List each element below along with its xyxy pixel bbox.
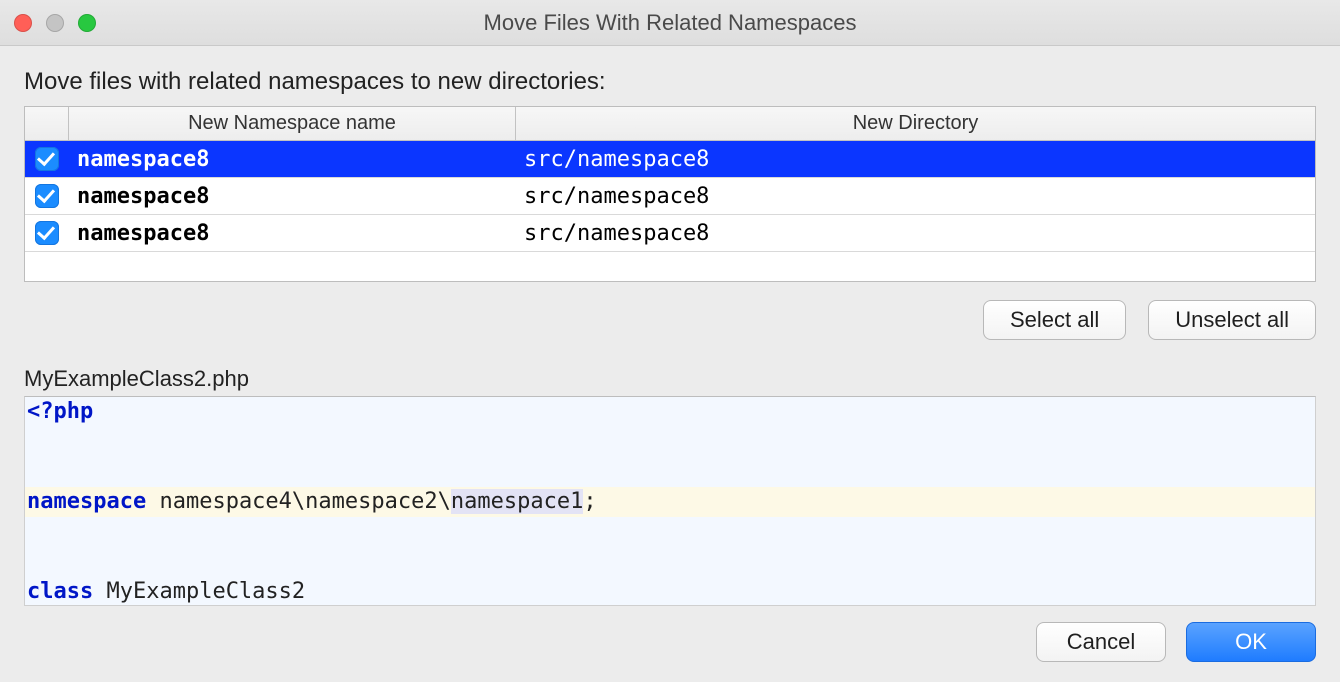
namespace-table: New Namespace name New Directory namespa… bbox=[24, 106, 1316, 282]
code-line-blank-4 bbox=[25, 547, 1315, 577]
close-icon[interactable] bbox=[14, 14, 32, 32]
dialog-content: Move files with related namespaces to ne… bbox=[0, 46, 1340, 682]
table-row[interactable]: namespace8src/namespace8 bbox=[25, 141, 1315, 178]
cancel-button[interactable]: Cancel bbox=[1036, 622, 1166, 662]
row-directory: src/namespace8 bbox=[516, 184, 1315, 209]
namespace-prefix: namespace4\namespace2\ bbox=[159, 489, 450, 514]
table-header: New Namespace name New Directory bbox=[25, 107, 1315, 141]
code-line-blank-1 bbox=[25, 427, 1315, 457]
namespace-suffix: ; bbox=[583, 489, 596, 514]
select-all-button[interactable]: Select all bbox=[983, 300, 1126, 340]
row-checkbox-cell bbox=[25, 184, 69, 208]
row-checkbox-cell bbox=[25, 221, 69, 245]
minimize-icon[interactable] bbox=[46, 14, 64, 32]
preview-filename: MyExampleClass2.php bbox=[24, 366, 1316, 392]
code-line-open-tag: <?php bbox=[25, 397, 1315, 427]
class-name: MyExampleClass2 bbox=[106, 579, 305, 604]
window-title: Move Files With Related Namespaces bbox=[12, 10, 1328, 36]
table-body: namespace8src/namespace8namespace8src/na… bbox=[25, 141, 1315, 281]
row-namespace: namespace8 bbox=[69, 147, 516, 172]
namespace-keyword: namespace bbox=[27, 489, 146, 514]
table-header-directory: New Directory bbox=[516, 107, 1315, 140]
row-namespace: namespace8 bbox=[69, 221, 516, 246]
code-preview: <?php namespace namespace4\namespace2\na… bbox=[24, 396, 1316, 606]
row-checkbox-cell bbox=[25, 147, 69, 171]
code-line-namespace: namespace namespace4\namespace2\namespac… bbox=[25, 487, 1315, 517]
table-header-checkbox bbox=[25, 107, 69, 140]
php-open-tag: <?php bbox=[27, 399, 93, 424]
class-keyword: class bbox=[27, 579, 93, 604]
code-line-blank-2 bbox=[25, 457, 1315, 487]
table-row[interactable]: namespace8src/namespace8 bbox=[25, 178, 1315, 215]
code-line-blank-3 bbox=[25, 517, 1315, 547]
dialog-footer: Cancel OK bbox=[24, 606, 1316, 662]
table-header-namespace: New Namespace name bbox=[69, 107, 516, 140]
titlebar: Move Files With Related Namespaces bbox=[0, 0, 1340, 46]
instruction-label: Move files with related namespaces to ne… bbox=[24, 68, 1316, 96]
traffic-lights bbox=[14, 14, 96, 32]
ok-button[interactable]: OK bbox=[1186, 622, 1316, 662]
checkbox-icon[interactable] bbox=[35, 147, 59, 171]
row-namespace: namespace8 bbox=[69, 184, 516, 209]
namespace-highlight: namespace1 bbox=[451, 489, 583, 514]
checkbox-icon[interactable] bbox=[35, 184, 59, 208]
row-directory: src/namespace8 bbox=[516, 147, 1315, 172]
select-buttons-row: Select all Unselect all bbox=[24, 300, 1316, 340]
code-line-class: class MyExampleClass2 bbox=[25, 577, 1315, 606]
checkbox-icon[interactable] bbox=[35, 221, 59, 245]
unselect-all-button[interactable]: Unselect all bbox=[1148, 300, 1316, 340]
zoom-icon[interactable] bbox=[78, 14, 96, 32]
row-directory: src/namespace8 bbox=[516, 221, 1315, 246]
table-row[interactable]: namespace8src/namespace8 bbox=[25, 215, 1315, 252]
